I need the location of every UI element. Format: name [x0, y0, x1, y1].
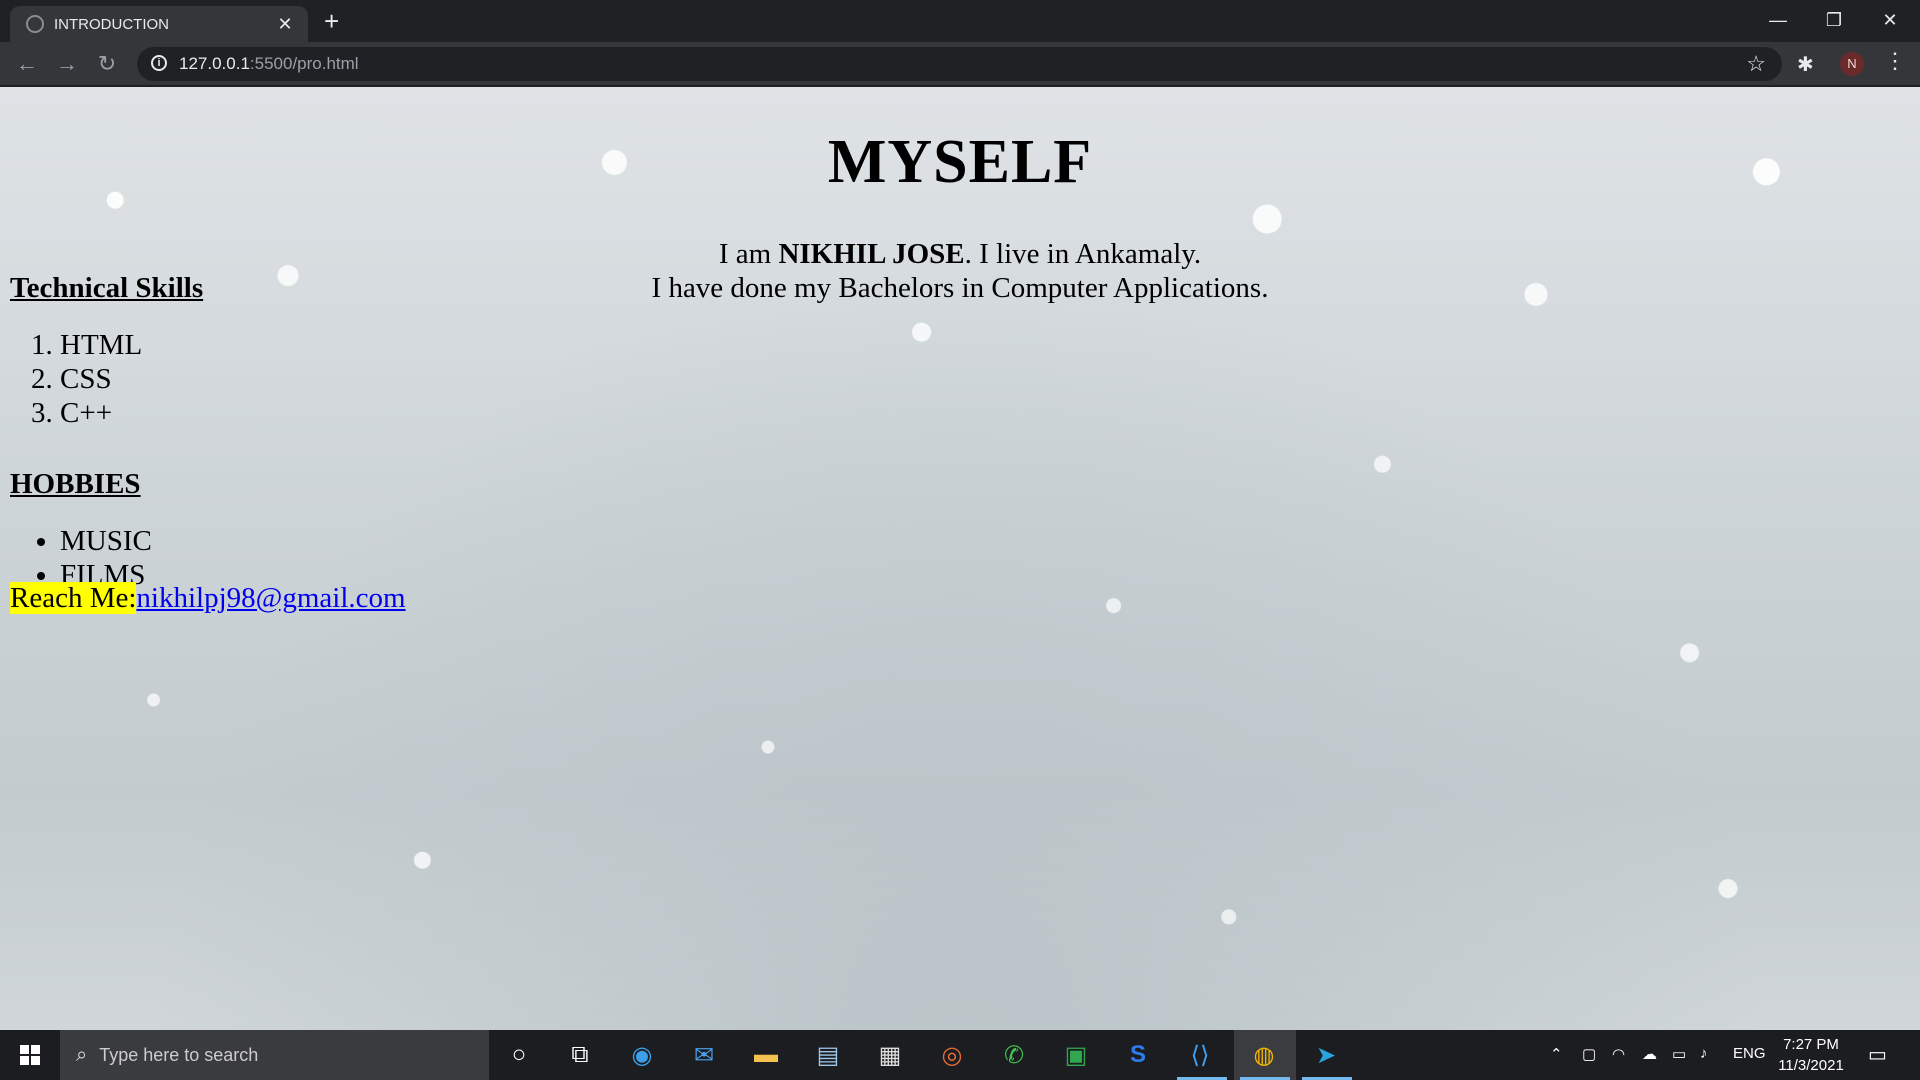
url-host: 127.0.0.1 [179, 54, 250, 73]
task-view-icon[interactable]: ⧉ [563, 1038, 597, 1072]
close-window-icon[interactable]: ✕ [1862, 0, 1918, 40]
page-body: MYSELF I am NIKHIL JOSE. I live in Ankam… [0, 87, 1920, 1030]
list-item: HTML [60, 328, 142, 362]
restore-icon[interactable]: ❐ [1806, 0, 1862, 40]
extensions-icon[interactable]: ✱ [1797, 52, 1814, 77]
computer-icon[interactable]: ▤ [811, 1038, 845, 1072]
list-item: MUSIC [60, 524, 152, 558]
battery-icon[interactable]: ▭ [1672, 1045, 1686, 1063]
minimize-icon[interactable]: — [1750, 0, 1806, 40]
back-icon[interactable]: ← [12, 49, 42, 79]
forward-icon[interactable]: → [52, 49, 82, 79]
info-icon[interactable]: i [151, 55, 167, 71]
page-title: MYSELF [827, 128, 1093, 196]
wifi-icon[interactable]: ◠ [1612, 1045, 1625, 1063]
intro-name: NIKHIL JOSE [778, 238, 965, 270]
file-explorer-icon[interactable]: ▬ [749, 1038, 783, 1072]
list-item: C++ [60, 396, 142, 430]
hobbies-heading: HOBBIES [10, 468, 141, 500]
volume-icon[interactable]: ♪ [1700, 1045, 1708, 1062]
intro-text: I am NIKHIL JOSE. I live in Ankamaly. I … [0, 237, 1920, 305]
profile-avatar[interactable]: N [1840, 52, 1864, 76]
whatsapp-icon[interactable]: ✆ [997, 1038, 1031, 1072]
menu-icon[interactable]: ⋮ [1884, 48, 1906, 74]
intro-suffix: . I live in Ankamaly. [964, 238, 1202, 270]
tab-strip: INTRODUCTION ✕ + — ❐ ✕ [0, 0, 1920, 42]
globe-icon [26, 15, 44, 33]
onedrive-icon[interactable]: ☁ [1642, 1045, 1657, 1063]
intro-line-2: I have done my Bachelors in Computer App… [651, 272, 1269, 304]
device-icon[interactable]: ▢ [1582, 1045, 1596, 1063]
skills-heading: Technical Skills [10, 272, 204, 304]
skype-icon[interactable]: S [1121, 1038, 1155, 1072]
url-path: :5500/pro.html [249, 54, 359, 73]
windows-icon [20, 1045, 40, 1065]
page-viewport: MYSELF I am NIKHIL JOSE. I live in Ankam… [0, 87, 1920, 1030]
email-link[interactable]: nikhilpj98@gmail.com [136, 582, 405, 614]
clock-date: 11/3/2021 [1778, 1057, 1844, 1074]
clock-time: 7:27 PM [1783, 1036, 1839, 1053]
tab-title: INTRODUCTION [54, 15, 169, 33]
taskbar-search[interactable]: ⌕ Type here to search [60, 1030, 489, 1080]
list-item: CSS [60, 362, 142, 396]
mail-icon[interactable]: ✉ [687, 1038, 721, 1072]
notifications-icon[interactable]: ▭ [1868, 1042, 1887, 1067]
search-icon: ⌕ [76, 1043, 88, 1066]
taskbar: ⌕ Type here to search ○ ⧉ ◉ ✉ ▬ ▤ ▦ ◎ ✆ … [0, 1030, 1920, 1080]
edge-icon[interactable]: ◉ [625, 1038, 659, 1072]
language-indicator[interactable]: ENG [1733, 1045, 1766, 1062]
calendar-app-icon[interactable]: ▦ [873, 1038, 907, 1072]
cortana-icon[interactable]: ○ [502, 1038, 536, 1072]
media-player-icon[interactable]: ◎ [935, 1038, 969, 1072]
address-bar[interactable]: i 127.0.0.1:5500/pro.html ☆ [137, 47, 1782, 81]
browser-toolbar: ← → ↻ i 127.0.0.1:5500/pro.html ☆ ✱ N ⋮ [0, 42, 1920, 86]
chevron-up-icon[interactable]: ⌃ [1550, 1045, 1563, 1063]
classroom-icon[interactable]: ▣ [1059, 1038, 1093, 1072]
skills-list: HTML CSS C++ [10, 328, 142, 430]
star-icon[interactable]: ☆ [1746, 51, 1766, 77]
reach-label: Reach Me: [10, 582, 137, 614]
telegram-icon[interactable]: ➤ [1309, 1038, 1343, 1072]
chrome-icon[interactable]: ◍ [1247, 1038, 1281, 1072]
clock[interactable]: 7:27 PM 11/3/2021 [1768, 1034, 1854, 1076]
contact-line: Reach Me:nikhilpj98@gmail.com [10, 582, 406, 615]
intro-prefix: I am [718, 238, 779, 270]
new-tab-icon[interactable]: + [324, 8, 339, 34]
reload-icon[interactable]: ↻ [92, 49, 122, 79]
search-placeholder: Type here to search [99, 1044, 259, 1065]
close-icon[interactable]: ✕ [274, 14, 296, 35]
start-button[interactable] [0, 1030, 60, 1080]
vscode-icon[interactable]: ⟨⟩ [1183, 1038, 1217, 1072]
browser-tab[interactable]: INTRODUCTION ✕ [10, 6, 308, 42]
